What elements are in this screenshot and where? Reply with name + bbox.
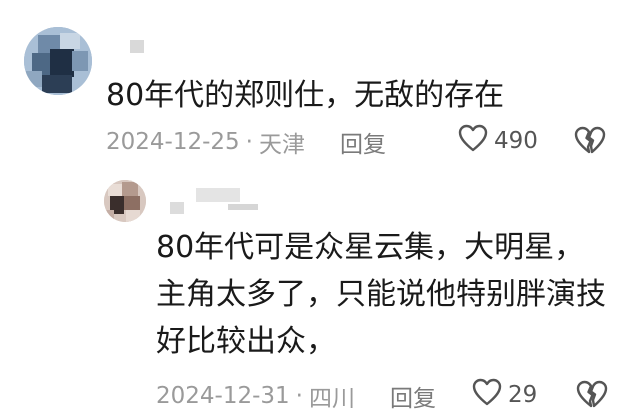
- reply-meta: 2024-12-31 · 四川: [156, 380, 355, 409]
- dislike-button[interactable]: [574, 125, 606, 159]
- comment-text: 80年代的郑则仕，无敌的存在: [106, 78, 505, 113]
- comment-date: 2024-12-25: [106, 129, 240, 155]
- reply-button[interactable]: 回复: [340, 126, 386, 158]
- reply-like-button[interactable]: 29: [472, 378, 537, 409]
- reply-username-redacted: [158, 186, 268, 216]
- comment-location: 天津: [258, 132, 305, 158]
- avatar[interactable]: [24, 27, 92, 95]
- reply-like-count: 29: [508, 382, 538, 408]
- reply-text-line: 主角太多了，只能说他特别胖演技: [156, 277, 606, 312]
- reply-dislike-button[interactable]: [576, 379, 608, 409]
- like-count: 490: [494, 128, 538, 154]
- username-redacted: [130, 40, 144, 53]
- reply-text: 80年代可是众星云集，大明星， 主角太多了，只能说他特别胖演技 好比较出众，: [156, 224, 626, 365]
- reply-avatar[interactable]: [104, 180, 146, 222]
- reply-reply-button[interactable]: 回复: [390, 380, 436, 409]
- like-button[interactable]: 490: [458, 124, 538, 158]
- meta-separator: ·: [295, 383, 303, 409]
- broken-heart-icon: [576, 380, 608, 409]
- comment-meta: 2024-12-25 · 天津: [106, 126, 305, 158]
- comment-thread: 80年代的郑则仕，无敌的存在 2024-12-25 · 天津 回复 490 80…: [0, 0, 640, 409]
- reply-text-line: 好比较出众，: [156, 324, 336, 359]
- reply-text-line: 80年代可是众星云集，大明星，: [156, 230, 585, 265]
- meta-separator: ·: [245, 129, 253, 155]
- broken-heart-icon: [574, 126, 606, 159]
- reply-date: 2024-12-31: [156, 383, 290, 409]
- reply-location: 四川: [308, 386, 355, 409]
- heart-outline-icon: [472, 378, 502, 409]
- heart-outline-icon: [458, 124, 488, 158]
